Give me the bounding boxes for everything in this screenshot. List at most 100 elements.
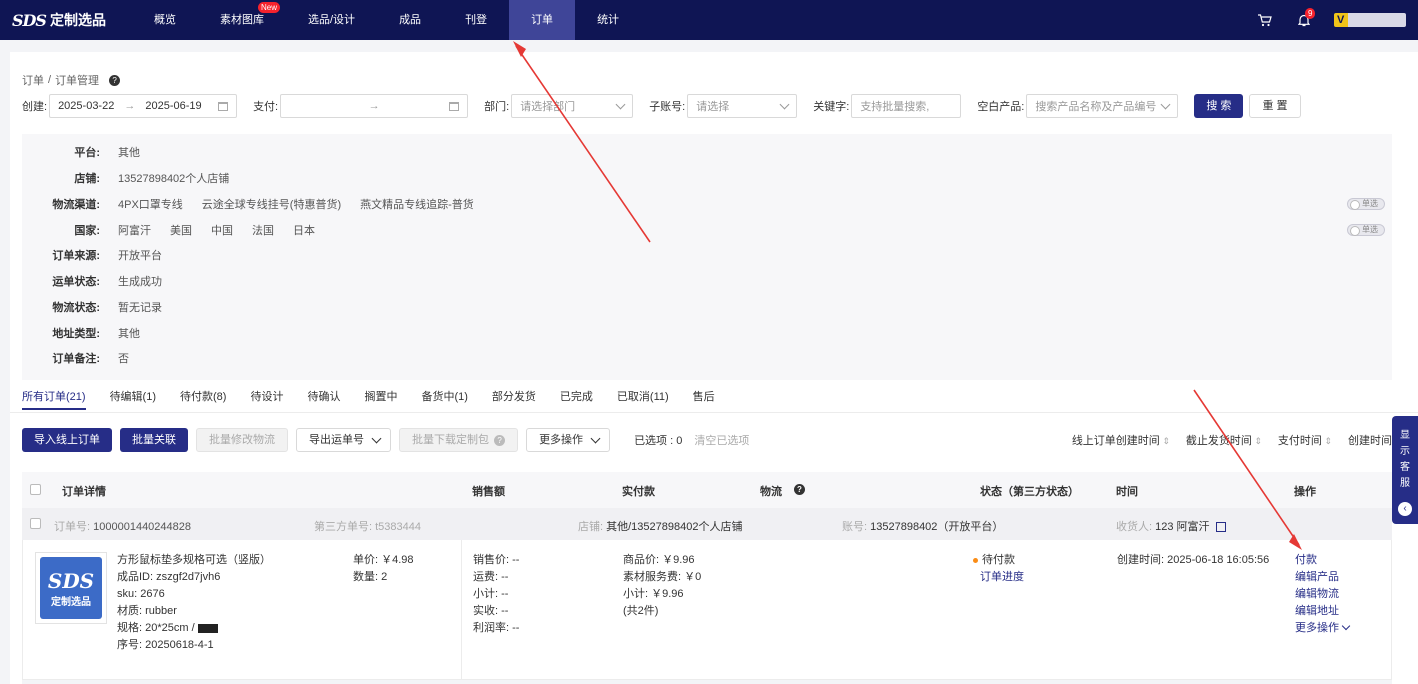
facet-value[interactable]: 法国 xyxy=(252,222,274,238)
nav-item-label: 素材图库 xyxy=(220,14,264,26)
nav-item-products[interactable]: 成品 xyxy=(377,0,443,40)
calendar-icon xyxy=(218,102,229,111)
search-button[interactable]: 搜 索 xyxy=(1194,94,1244,118)
batch-link-button[interactable]: 批量关联 xyxy=(120,428,188,452)
help-icon[interactable]: ? xyxy=(109,74,121,86)
cart-icon[interactable] xyxy=(1258,14,1272,27)
more-operations-button[interactable]: 更多操作 xyxy=(526,428,611,452)
header-detail: 订单详情 xyxy=(62,486,106,498)
tab-after-sales[interactable]: 售后 xyxy=(693,388,715,410)
facet-value[interactable]: 燕文精品专线追踪-普货 xyxy=(360,196,474,212)
edit-logistics-link[interactable]: 编辑物流 xyxy=(1295,586,1349,603)
tabs-divider xyxy=(10,412,1418,413)
shipping-fee: 运费: -- xyxy=(473,571,509,583)
pay-date-label: 支付: xyxy=(253,101,279,113)
facet-logistics-status: 物流状态: 暂无记录 xyxy=(22,299,162,315)
order-receiver-value: 123 阿富汗 xyxy=(1155,521,1210,533)
help-icon: ? xyxy=(494,435,506,446)
nav-item-orders[interactable]: 订单 xyxy=(509,0,576,40)
facet-label: 店铺: xyxy=(74,173,100,185)
chevron-down-icon xyxy=(371,433,382,444)
single-select-toggle[interactable]: 单选 xyxy=(1347,198,1385,210)
user-initial: V xyxy=(1337,14,1345,26)
user-avatar[interactable]: V xyxy=(1334,13,1406,27)
facet-value[interactable]: 日本 xyxy=(293,222,315,238)
sort-row: 线上订单创建时间 截止发货时间 支付时间 创建时间 xyxy=(1072,432,1402,448)
sort-pay-time[interactable]: 支付时间 xyxy=(1278,432,1332,448)
facet-value[interactable]: 生成成功 xyxy=(118,273,162,289)
breadcrumb-sep: / xyxy=(48,74,52,86)
nav-item-listing[interactable]: 刊登 xyxy=(443,0,509,40)
paid-subtotal: 小计: ￥9.96 xyxy=(623,588,684,600)
subaccount-select[interactable]: 请选择 xyxy=(687,94,798,118)
facet-label: 订单来源: xyxy=(52,250,100,262)
more-operations-link[interactable]: 更多操作 xyxy=(1295,620,1351,637)
help-icon[interactable]: ? xyxy=(794,484,805,495)
order-operations: 付款 编辑产品 编辑物流 编辑地址 更多操作 xyxy=(1295,552,1351,637)
order-progress-link[interactable]: 订单进度 xyxy=(973,569,1024,586)
batch-download-button[interactable]: 批量下载定制包 ? xyxy=(399,428,519,452)
facet-value[interactable]: 其他 xyxy=(118,325,140,341)
facet-value[interactable]: 否 xyxy=(118,350,129,366)
reset-button[interactable]: 重 置 xyxy=(1249,94,1301,118)
create-date-range[interactable]: 2025-03-22 → 2025-06-19 xyxy=(49,94,238,118)
time-info: 创建时间: 2025-06-18 16:05:56 xyxy=(1117,552,1269,569)
dept-select[interactable]: 请选择部门 xyxy=(511,94,634,118)
pay-link[interactable]: 付款 xyxy=(1295,552,1349,569)
order-shop-value: 其他/13527898402个人店铺 xyxy=(606,521,743,533)
tab-pending-design[interactable]: 待设计 xyxy=(250,388,283,410)
tab-on-hold[interactable]: 搁置中 xyxy=(364,388,397,410)
breadcrumb: 订单 / 订单管理 ? xyxy=(22,72,121,88)
create-date-end: 2025-06-19 xyxy=(145,100,202,112)
facet-value[interactable]: 其他 xyxy=(118,144,140,160)
clear-selection-link[interactable]: 清空已选项 xyxy=(694,432,749,448)
bell-icon[interactable]: 9 xyxy=(1297,7,1316,27)
facet-value[interactable]: 4PX口罩专线 xyxy=(118,196,183,212)
import-online-orders-button[interactable]: 导入线上订单 xyxy=(22,428,112,452)
facet-value[interactable]: 云途全球专线挂号(特惠普货) xyxy=(202,196,341,212)
sort-online-created[interactable]: 线上订单创建时间 xyxy=(1072,432,1170,448)
facet-label: 订单备注: xyxy=(52,353,100,365)
facet-value[interactable]: 13527898402个人店铺 xyxy=(118,170,229,186)
order-checkbox[interactable] xyxy=(30,518,41,529)
facet-value[interactable]: 美国 xyxy=(170,222,192,238)
chevron-left-icon[interactable]: ‹ xyxy=(1398,502,1412,516)
tab-completed[interactable]: 已完成 xyxy=(560,388,593,410)
product-sku: sku: 2676 xyxy=(117,588,165,600)
select-all-checkbox[interactable] xyxy=(30,484,41,495)
logo[interactable]: SDS 定制选品 xyxy=(12,10,132,30)
tab-cancelled[interactable]: 已取消(11) xyxy=(617,388,669,410)
thumbnail-mark: SDS xyxy=(47,568,95,593)
product-thumbnail[interactable]: SDS 定制选品 xyxy=(35,552,107,624)
tab-partial-shipped[interactable]: 部分发货 xyxy=(492,388,536,410)
tab-stocking[interactable]: 备货中(1) xyxy=(421,388,467,410)
batch-edit-logistics-button[interactable]: 批量修改物流 xyxy=(196,428,288,452)
facet-value[interactable]: 阿富汗 xyxy=(118,222,151,238)
sort-ship-deadline[interactable]: 截止发货时间 xyxy=(1186,432,1262,448)
pay-date-range[interactable]: → xyxy=(280,94,469,118)
nav-right: 9 V xyxy=(1258,0,1418,40)
keyword-input[interactable]: 支持批量搜索, xyxy=(851,94,962,118)
receiver-info-icon[interactable] xyxy=(1215,522,1226,533)
tab-pending-edit[interactable]: 待编辑(1) xyxy=(110,388,156,410)
facet-value[interactable]: 中国 xyxy=(211,222,233,238)
edit-address-link[interactable]: 编辑地址 xyxy=(1295,603,1349,620)
notification-count: 9 xyxy=(1305,7,1316,19)
facet-value[interactable]: 开放平台 xyxy=(118,247,162,263)
edit-product-link[interactable]: 编辑产品 xyxy=(1295,569,1349,586)
blank-product-select[interactable]: 搜索产品名称及产品编号 xyxy=(1026,94,1179,118)
nav-item-material-library[interactable]: 素材图库 New xyxy=(198,0,286,40)
customer-service-panel[interactable]: 显示客服 ‹ xyxy=(1392,416,1418,524)
breadcrumb-root[interactable]: 订单 xyxy=(22,72,44,88)
nav-item-overview[interactable]: 概览 xyxy=(132,0,198,40)
tab-pending-payment[interactable]: 待付款(8) xyxy=(180,388,226,410)
export-waybill-button[interactable]: 导出运单号 xyxy=(296,428,391,452)
facet-value[interactable]: 暂无记录 xyxy=(118,299,162,315)
tab-pending-confirm[interactable]: 待确认 xyxy=(307,388,340,410)
header-logistics: 物流 xyxy=(760,486,782,498)
tab-all-orders[interactable]: 所有订单(21) xyxy=(22,388,86,410)
nav-item-statistics[interactable]: 统计 xyxy=(575,0,641,40)
single-select-toggle[interactable]: 单选 xyxy=(1347,224,1385,236)
calendar-icon xyxy=(449,102,460,111)
nav-item-selection-design[interactable]: 选品/设计 xyxy=(286,0,377,40)
